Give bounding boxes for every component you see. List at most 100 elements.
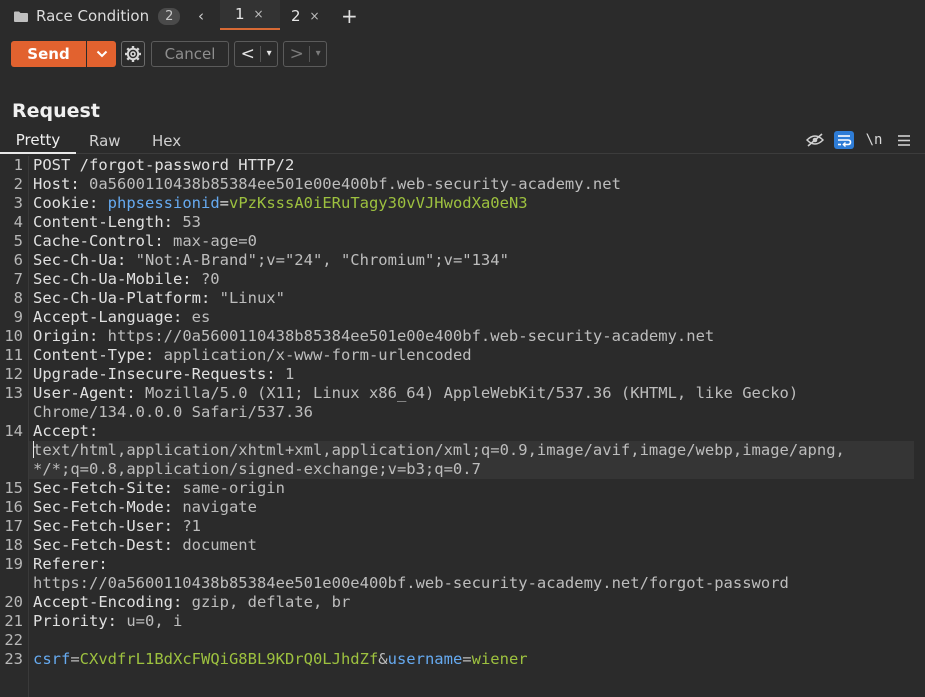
request-editor[interactable]: 1 POST /forgot-password HTTP/2 2 Host: 0a56… (0, 156, 925, 697)
send-button[interactable]: Send (11, 41, 86, 67)
line-content-wrapped: text/html,application/xhtml+xml,applicat… (33, 441, 845, 460)
header-name: Accept-Encoding: (33, 593, 183, 611)
header-value: ?1 (172, 517, 201, 535)
gear-icon (125, 46, 141, 62)
close-icon[interactable]: × (254, 7, 264, 21)
line-number: 12 (4, 365, 23, 383)
back-arrow-icon: < (240, 44, 255, 64)
param-value: wiener (471, 650, 528, 668)
cancel-button[interactable]: Cancel (151, 41, 229, 67)
line-content: Content-Type: application/x-www-form-url… (33, 346, 472, 365)
chevron-down-icon (96, 50, 107, 58)
header-name: Sec-Ch-Ua-Platform: (33, 289, 211, 307)
line-content: Cookie: phpsessionid=vPzKsssA0iERuTagy30… (33, 194, 528, 212)
send-options-button[interactable] (87, 41, 116, 67)
header-name: Cookie: (33, 194, 99, 212)
tab-group[interactable]: Race Condition 2 (0, 0, 181, 32)
gutter-divider (28, 156, 29, 697)
header-name: Upgrade-Insecure-Requests: (33, 365, 276, 383)
line-number: 21 (4, 612, 23, 630)
line-number: 16 (4, 498, 23, 516)
header-value: navigate (172, 498, 257, 516)
line-content: Priority: u=0, i (33, 612, 182, 631)
line-content-wrapped: https://0a5600110438b85384ee501e00e400bf… (33, 574, 789, 593)
header-name: Referer: (33, 555, 108, 573)
param-separator: = (462, 650, 472, 668)
param-separator: & (378, 650, 388, 668)
header-value: Mozilla/5.0 (X11; Linux x86_64) AppleWeb… (135, 384, 799, 402)
newline-toggle-icon[interactable]: \n (866, 131, 883, 149)
line-content: Sec-Ch-Ua-Platform: "Linux" (33, 289, 285, 308)
header-name: Sec-Fetch-User: (33, 517, 173, 535)
line-content: POST /forgot-password HTTP/2 (33, 156, 294, 175)
header-name: Sec-Fetch-Site: (33, 479, 173, 497)
close-icon[interactable]: × (310, 9, 320, 23)
line-content: Referer: (33, 555, 108, 574)
header-value: "Not:A-Brand";v="24", "Chromium";v="134" (126, 251, 509, 269)
line-number: 10 (4, 327, 23, 345)
cookie-name: phpsessionid (107, 194, 220, 212)
chevron-down-icon[interactable]: ▾ (309, 46, 326, 62)
tab-1[interactable]: 1 × (220, 0, 280, 30)
header-name: Origin: (33, 327, 99, 345)
hide-non-printable-icon[interactable] (806, 131, 824, 149)
tab-raw[interactable]: Raw (89, 128, 121, 154)
add-tab-icon[interactable]: + (341, 0, 358, 32)
menu-icon[interactable] (897, 131, 911, 149)
line-number: 6 (13, 251, 23, 269)
tab-hex[interactable]: Hex (152, 128, 181, 154)
line-number: 14 (4, 422, 23, 440)
line-number: 19 (4, 555, 23, 573)
tab-group-count-badge: 2 (158, 7, 181, 25)
line-number: 2 (13, 175, 23, 193)
line-content: Upgrade-Insecure-Requests: 1 (33, 365, 294, 384)
tab-scroll-left-icon[interactable]: ‹ (192, 0, 210, 32)
tab-pretty[interactable]: Pretty (0, 128, 76, 154)
line-content: Accept: (33, 422, 98, 441)
line-number: 15 (4, 479, 23, 497)
settings-button[interactable] (121, 41, 145, 67)
param-value: CXvdfrL1BdXcFWQiG8BL9KDrQ0LJhdZf (79, 650, 379, 668)
history-back-button[interactable]: < ▾ (234, 41, 278, 67)
view-tabs: Pretty Raw Hex (0, 128, 925, 154)
header-name: User-Agent: (33, 384, 136, 402)
tab-2[interactable]: 2 × (282, 0, 332, 32)
param-name: csrf (33, 650, 71, 668)
line-content: Sec-Fetch-Site: same-origin (33, 479, 285, 498)
header-value: application/x-www-form-urlencoded (154, 346, 472, 364)
tab-group-name: Race Condition (36, 7, 150, 25)
param-separator: = (70, 650, 80, 668)
header-name: Cache-Control: (33, 232, 164, 250)
header-name: Content-Type: (33, 346, 155, 364)
line-content: Accept-Language: es (33, 308, 210, 327)
line-content-wrapped: Chrome/134.0.0.0 Safari/537.36 (33, 403, 313, 422)
header-name: Sec-Fetch-Mode: (33, 498, 173, 516)
history-forward-button[interactable]: > ▾ (283, 41, 327, 67)
header-value: max-age=0 (163, 232, 257, 250)
header-name: Sec-Ch-Ua-Mobile: (33, 270, 192, 288)
header-value: https://0a5600110438b85384ee501e00e400bf… (33, 574, 789, 592)
chevron-down-icon[interactable]: ▾ (260, 46, 277, 62)
header-value: es (182, 308, 211, 326)
header-value: text/html,application/xhtml+xml,applicat… (33, 441, 845, 459)
line-number: 23 (4, 650, 23, 668)
header-value: document (172, 536, 257, 554)
line-number: 8 (13, 289, 23, 307)
line-content: Sec-Fetch-Dest: document (33, 536, 257, 555)
header-value: ?0 (191, 270, 220, 288)
header-name: Priority: (33, 612, 117, 630)
forward-arrow-icon: > (289, 44, 304, 64)
line-number: 18 (4, 536, 23, 554)
header-value: 0a5600110438b85384ee501e00e400bf.web-sec… (79, 175, 621, 193)
param-name: username (387, 650, 463, 668)
tab-label: 2 (291, 7, 301, 25)
line-number: 5 (13, 232, 23, 250)
line-number: 4 (13, 213, 23, 231)
line-content: Cache-Control: max-age=0 (33, 232, 257, 251)
header-value: */*;q=0.8,application/signed-exchange;v=… (33, 460, 481, 478)
word-wrap-icon[interactable] (834, 131, 854, 149)
line-number: 22 (4, 631, 23, 649)
tab-strip: Race Condition 2 ‹ 1 × 2 × + (0, 0, 925, 32)
line-content: Sec-Fetch-User: ?1 (33, 517, 201, 536)
header-name: Sec-Ch-Ua: (33, 251, 127, 269)
